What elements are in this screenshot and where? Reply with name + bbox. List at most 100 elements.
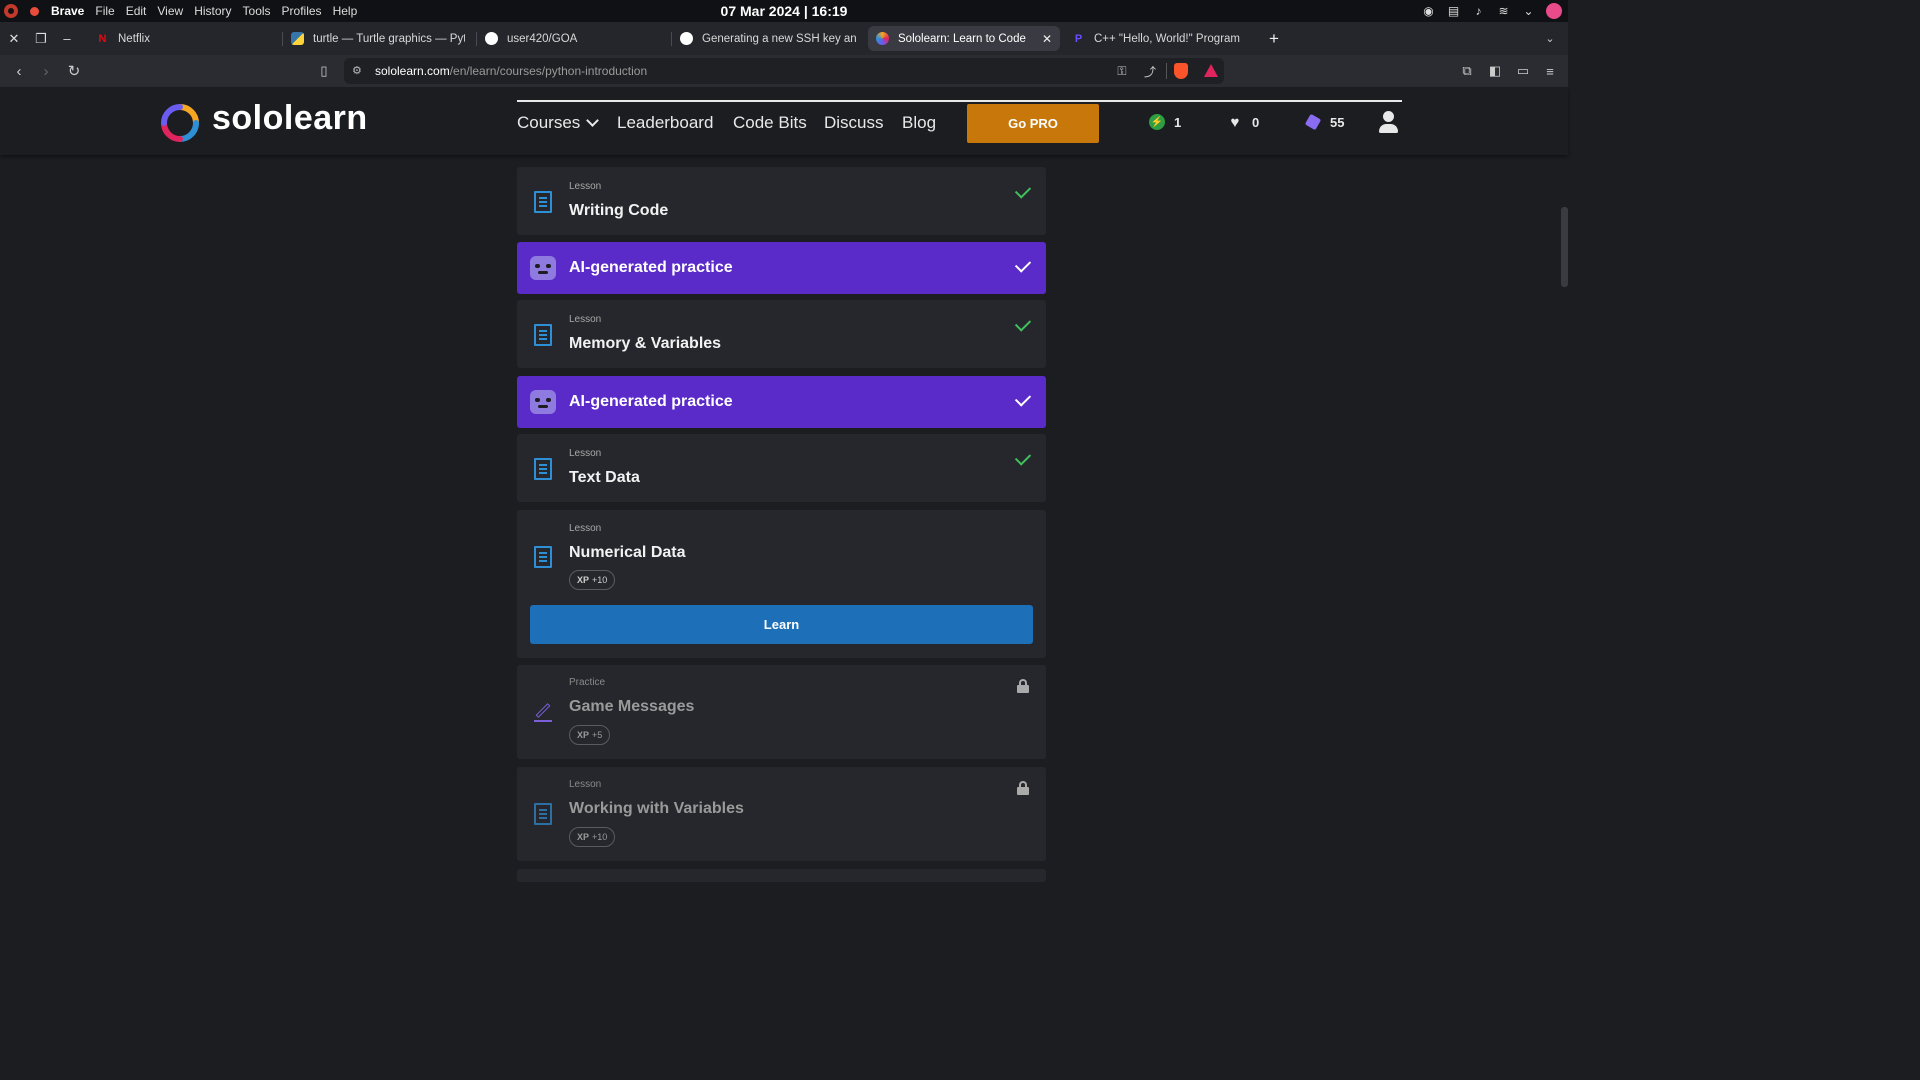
site-settings-icon[interactable]: ⚙ — [352, 64, 366, 78]
discord-icon[interactable]: ◉ — [1421, 4, 1436, 18]
tab-label: C++ "Hello, World!" Program — [1094, 32, 1241, 45]
url-path: /en/learn/courses/python-introduction — [449, 64, 648, 78]
nav-code-bits[interactable]: Code Bits — [733, 113, 807, 133]
volume-icon[interactable]: ♪ — [1471, 4, 1486, 18]
chevron-down-icon[interactable]: ⌄ — [1521, 4, 1536, 18]
go-pro-button[interactable]: Go PRO — [967, 104, 1099, 143]
lock-icon — [1017, 781, 1029, 795]
xp-label: XP — [577, 730, 590, 740]
os-top-bar: Brave File Edit View History Tools Profi… — [0, 0, 1568, 22]
wallet-icon[interactable]: ▭ — [1514, 61, 1532, 81]
gem-icon — [1304, 113, 1322, 131]
bolt-icon-wrap: ⚡ — [1149, 114, 1165, 130]
logo-text[interactable]: sololearn — [212, 99, 368, 138]
os-menu-view[interactable]: View — [157, 4, 183, 18]
nav-discuss[interactable]: Discuss — [824, 113, 884, 133]
tab-label: Netflix — [118, 32, 150, 45]
profile-icon[interactable] — [1378, 111, 1400, 135]
brave-shields-icon[interactable] — [1174, 63, 1188, 79]
robot-icon — [530, 390, 556, 414]
card-title: Writing Code — [569, 202, 669, 219]
xp-value: +10 — [592, 575, 608, 585]
xp-badge: XP +10 — [569, 570, 616, 590]
os-menu-help[interactable]: Help — [333, 4, 358, 18]
window-minimize-icon[interactable]: – — [54, 22, 80, 55]
os-menu-history[interactable]: History — [194, 4, 231, 18]
ai-practice-card[interactable]: AI-generated practice — [517, 242, 1046, 294]
back-icon[interactable]: ‹ — [8, 59, 30, 83]
window-close-icon[interactable]: ✕ — [1, 22, 27, 55]
card-title: Working with Variables — [569, 800, 744, 817]
window-restore-icon[interactable]: ❐ — [28, 22, 54, 55]
nav-courses[interactable]: Courses — [517, 113, 600, 133]
tab-github-ssh[interactable]: Generating a new SSH key and ac — [672, 26, 864, 51]
programiz-icon: P — [1074, 32, 1083, 45]
lesson-doc-icon — [534, 191, 552, 213]
nav-leaderboard[interactable]: Leaderboard — [617, 113, 713, 133]
site-header: sololearn Courses Leaderboard Code Bits … — [0, 87, 1568, 155]
os-menu-profiles[interactable]: Profiles — [282, 4, 322, 18]
xp-label: XP — [577, 832, 590, 842]
lesson-doc-icon — [534, 546, 552, 568]
nav-courses-label: Courses — [517, 113, 581, 132]
checkmark-icon — [1014, 256, 1032, 273]
lesson-card-memory-variables[interactable]: Lesson Memory & Variables — [517, 300, 1046, 368]
chevron-down-icon — [586, 114, 600, 127]
sidebar-icon[interactable]: ◧ — [1486, 61, 1504, 81]
tab-netflix[interactable]: N Netflix — [88, 26, 278, 51]
tab-list-chevron-icon[interactable]: ⌄ — [1540, 26, 1560, 51]
ai-practice-card[interactable]: AI-generated practice — [517, 376, 1046, 428]
tab-close-icon[interactable]: ✕ — [1042, 32, 1052, 46]
lesson-card-writing-code[interactable]: Lesson Writing Code — [517, 167, 1046, 235]
lesson-card-numerical-data[interactable]: Lesson Numerical Data XP +10 Learn — [517, 510, 1046, 658]
tab-label: user420/GOA — [507, 32, 578, 45]
clipboard-icon[interactable]: ▤ — [1446, 4, 1461, 18]
tab-turtle-docs[interactable]: turtle — Turtle graphics — Python — [283, 26, 473, 51]
page-scrollbar[interactable] — [1561, 207, 1568, 287]
browser-toolbar: ‹ › ↻ ▯ ⚙ sololearn.com/en/learn/courses… — [0, 55, 1568, 87]
os-logo-icon[interactable] — [4, 4, 18, 18]
tab-sololearn[interactable]: Sololearn: Learn to Code ✕ — [868, 26, 1060, 51]
streak-counter[interactable]: ⚡ 1 — [1149, 114, 1181, 130]
share-icon[interactable]: ⤴ — [1141, 62, 1159, 80]
record-indicator-icon — [30, 6, 39, 16]
nav-blog[interactable]: Blog — [902, 113, 936, 133]
wifi-icon[interactable]: ≋ — [1496, 4, 1511, 18]
tab-github-repo[interactable]: user420/GOA — [477, 26, 667, 51]
lesson-card-working-with-variables[interactable]: Lesson Working with Variables XP +10 — [517, 767, 1046, 861]
checkmark-icon — [1014, 315, 1032, 332]
card-kind: Lesson — [569, 314, 602, 325]
os-menu-brave[interactable]: Brave — [51, 4, 84, 18]
sololearn-logo-icon[interactable] — [160, 103, 200, 143]
card-title: AI-generated practice — [569, 259, 733, 276]
tab-cpp-hello[interactable]: P C++ "Hello, World!" Program — [1064, 26, 1254, 51]
learn-button[interactable]: Learn — [530, 605, 1033, 644]
url-text[interactable]: sololearn.com/en/learn/courses/python-in… — [375, 58, 647, 84]
webpage: sololearn Courses Leaderboard Code Bits … — [0, 87, 1568, 882]
os-menu-file[interactable]: File — [95, 4, 114, 18]
os-menu-edit[interactable]: Edit — [126, 4, 147, 18]
card-title: Text Data — [569, 469, 640, 486]
brave-rewards-icon[interactable] — [1204, 64, 1218, 77]
user-avatar-icon[interactable] — [1546, 3, 1562, 19]
forward-icon[interactable]: › — [35, 59, 57, 83]
extensions-icon[interactable]: ⧉ — [1458, 61, 1476, 81]
bookmark-icon[interactable]: ▯ — [313, 59, 335, 83]
gems-counter[interactable]: 55 — [1304, 113, 1344, 131]
lock-icon — [1017, 679, 1029, 693]
menu-icon[interactable]: ≡ — [1541, 61, 1559, 81]
lesson-card-next[interactable] — [517, 869, 1046, 882]
xp-badge: XP +10 — [569, 827, 616, 847]
address-bar[interactable]: ⚙ sololearn.com/en/learn/courses/python-… — [344, 58, 1224, 84]
lesson-doc-icon — [534, 458, 552, 480]
lesson-card-text-data[interactable]: Lesson Text Data — [517, 434, 1046, 502]
practice-card-game-messages[interactable]: Practice Game Messages XP +5 — [517, 665, 1046, 759]
reload-icon[interactable]: ↻ — [63, 59, 85, 83]
card-title: Numerical Data — [569, 544, 686, 561]
card-title: AI-generated practice — [569, 393, 733, 410]
key-icon[interactable]: ⚿ — [1113, 62, 1131, 80]
xp-badge: XP +5 — [569, 725, 611, 745]
hearts-counter[interactable]: ♥ 0 — [1227, 114, 1260, 131]
new-tab-icon[interactable]: + — [1264, 26, 1284, 51]
os-menu-tools[interactable]: Tools — [243, 4, 271, 18]
